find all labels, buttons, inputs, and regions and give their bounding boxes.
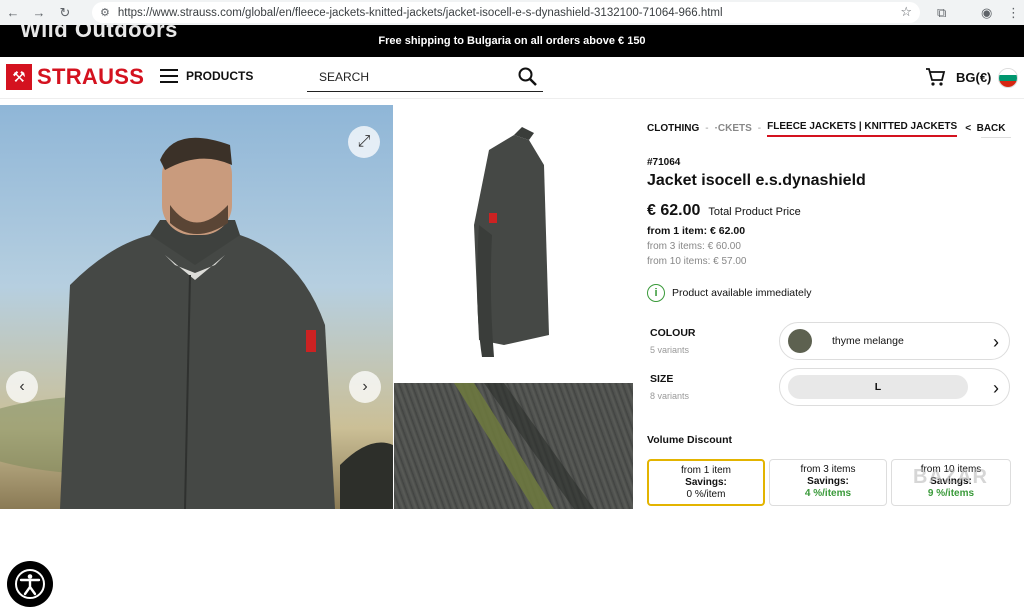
availability-status: i Product available immediately: [647, 284, 811, 302]
colour-selector[interactable]: thyme melange ›: [779, 322, 1010, 360]
availability-text: Product available immediately: [672, 287, 812, 299]
hamburger-icon: [160, 69, 178, 83]
breadcrumb-fleece-jackets[interactable]: FLEECE JACKETS | KNITTED JACKETS: [767, 121, 958, 137]
products-menu-button[interactable]: PRODUCTS: [160, 69, 253, 83]
cart-icon[interactable]: [924, 66, 946, 93]
announcement-brand-overlay: Wild Outdoors: [20, 25, 178, 42]
search-bar: [307, 62, 543, 92]
product-price: € 62.00: [647, 202, 701, 219]
product-gallery: ⤢ ‹ › 3D: [0, 105, 633, 607]
extensions-icon[interactable]: ⧉: [937, 5, 946, 21]
forward-icon[interactable]: →: [26, 5, 52, 20]
price-row: € 62.00 Total Product Price: [647, 202, 801, 220]
search-input[interactable]: [307, 69, 497, 84]
product-title: Jacket isocell e.s.dynashield: [647, 172, 866, 189]
back-label: BACK: [976, 122, 1006, 134]
profile-icon[interactable]: ◉: [981, 5, 992, 21]
bulgaria-flag-icon[interactable]: [998, 68, 1018, 88]
breadcrumb-clothing[interactable]: CLOTHING: [647, 123, 699, 134]
reload-icon[interactable]: ↻: [52, 5, 78, 21]
vd-from: from 1 item: [680, 465, 731, 476]
address-bar[interactable]: ⚙ https://www.strauss.com/global/en/flee…: [92, 2, 920, 23]
tier-price-1: from 1 item: € 62.00: [647, 225, 746, 237]
accessibility-icon[interactable]: [7, 561, 53, 607]
vd-savings-value: 9 %/items: [927, 488, 975, 499]
size-selector[interactable]: L ›: [779, 368, 1010, 406]
bazar-watermark: BAZAR: [913, 466, 988, 488]
main-product-photo[interactable]: ⤢ ‹ ›: [0, 105, 393, 509]
available-info-icon: i: [647, 284, 665, 302]
tier-price-3: from 3 items: € 60.00: [647, 241, 741, 252]
size-label: SIZE: [650, 373, 674, 385]
vd-savings-label: Savings:: [685, 477, 727, 488]
gallery-prev-button[interactable]: ‹: [6, 371, 38, 403]
site-info-icon[interactable]: ⚙: [100, 6, 110, 19]
url-text: https://www.strauss.com/global/en/fleece…: [117, 6, 723, 19]
price-label: Total Product Price: [708, 206, 801, 218]
detail-product-photo[interactable]: [394, 383, 633, 509]
breadcrumb: CLOTHING - ·CKETS - FLEECE JACKETS | KNI…: [647, 120, 1005, 137]
breadcrumb-jackets[interactable]: ·CKETS: [715, 123, 752, 134]
browser-toolbar: ← → ↻ ⚙ https://www.strauss.com/global/e…: [0, 0, 1024, 25]
vd-savings-value: 4 %/items: [804, 488, 852, 499]
back-icon[interactable]: ←: [0, 5, 26, 20]
bookmark-star-icon[interactable]: ☆: [900, 4, 912, 20]
size-variants: 8 variants: [650, 391, 690, 401]
tier-price-10: from 10 items: € 57.00: [647, 256, 747, 267]
product-sku: #71064: [647, 157, 681, 168]
vd-from: from 3 items: [800, 464, 856, 475]
volume-discount-title: Volume Discount: [647, 434, 732, 446]
gallery-next-button[interactable]: ›: [349, 371, 381, 403]
colour-swatch: [788, 329, 812, 353]
menu-kebab-icon[interactable]: ⋮: [1007, 5, 1020, 21]
back-link[interactable]: < BACK: [965, 123, 1005, 134]
announcement-bar: Wild Outdoors Free shipping to Bulgaria …: [0, 25, 1024, 57]
volume-discount-card-3[interactable]: from 3 items Savings: 4 %/items: [769, 459, 887, 506]
volume-discount-card-1[interactable]: from 1 item Savings: 0 %/item: [647, 459, 765, 506]
search-icon[interactable]: [517, 66, 539, 93]
fullscreen-expand-icon[interactable]: ⤢: [348, 126, 380, 158]
logo-emblem-icon: ⚒: [6, 64, 32, 90]
chevron-right-icon: ›: [993, 378, 999, 398]
vd-savings-label: Savings:: [807, 476, 849, 487]
vd-savings-value: 0 %/item: [686, 489, 726, 500]
announcement-text: Free shipping to Bulgaria on all orders …: [378, 35, 646, 47]
colour-label: COLOUR: [650, 327, 696, 339]
language-currency-selector[interactable]: BG(€): [956, 70, 991, 85]
colour-variants: 5 variants: [650, 345, 690, 355]
side-product-photo[interactable]: [394, 105, 633, 382]
site-header: ⚒ STRAUSS PRODUCTS BG(€): [0, 57, 1024, 99]
colour-value: thyme melange: [832, 335, 904, 347]
chevron-right-icon: ›: [993, 332, 999, 352]
size-value: L: [788, 375, 968, 399]
logo-text: STRAUSS: [37, 64, 145, 89]
products-menu-label: PRODUCTS: [186, 69, 254, 83]
product-details-panel: CLOTHING - ·CKETS - FLEECE JACKETS | KNI…: [633, 105, 1024, 509]
strauss-logo[interactable]: ⚒ STRAUSS: [6, 64, 144, 90]
